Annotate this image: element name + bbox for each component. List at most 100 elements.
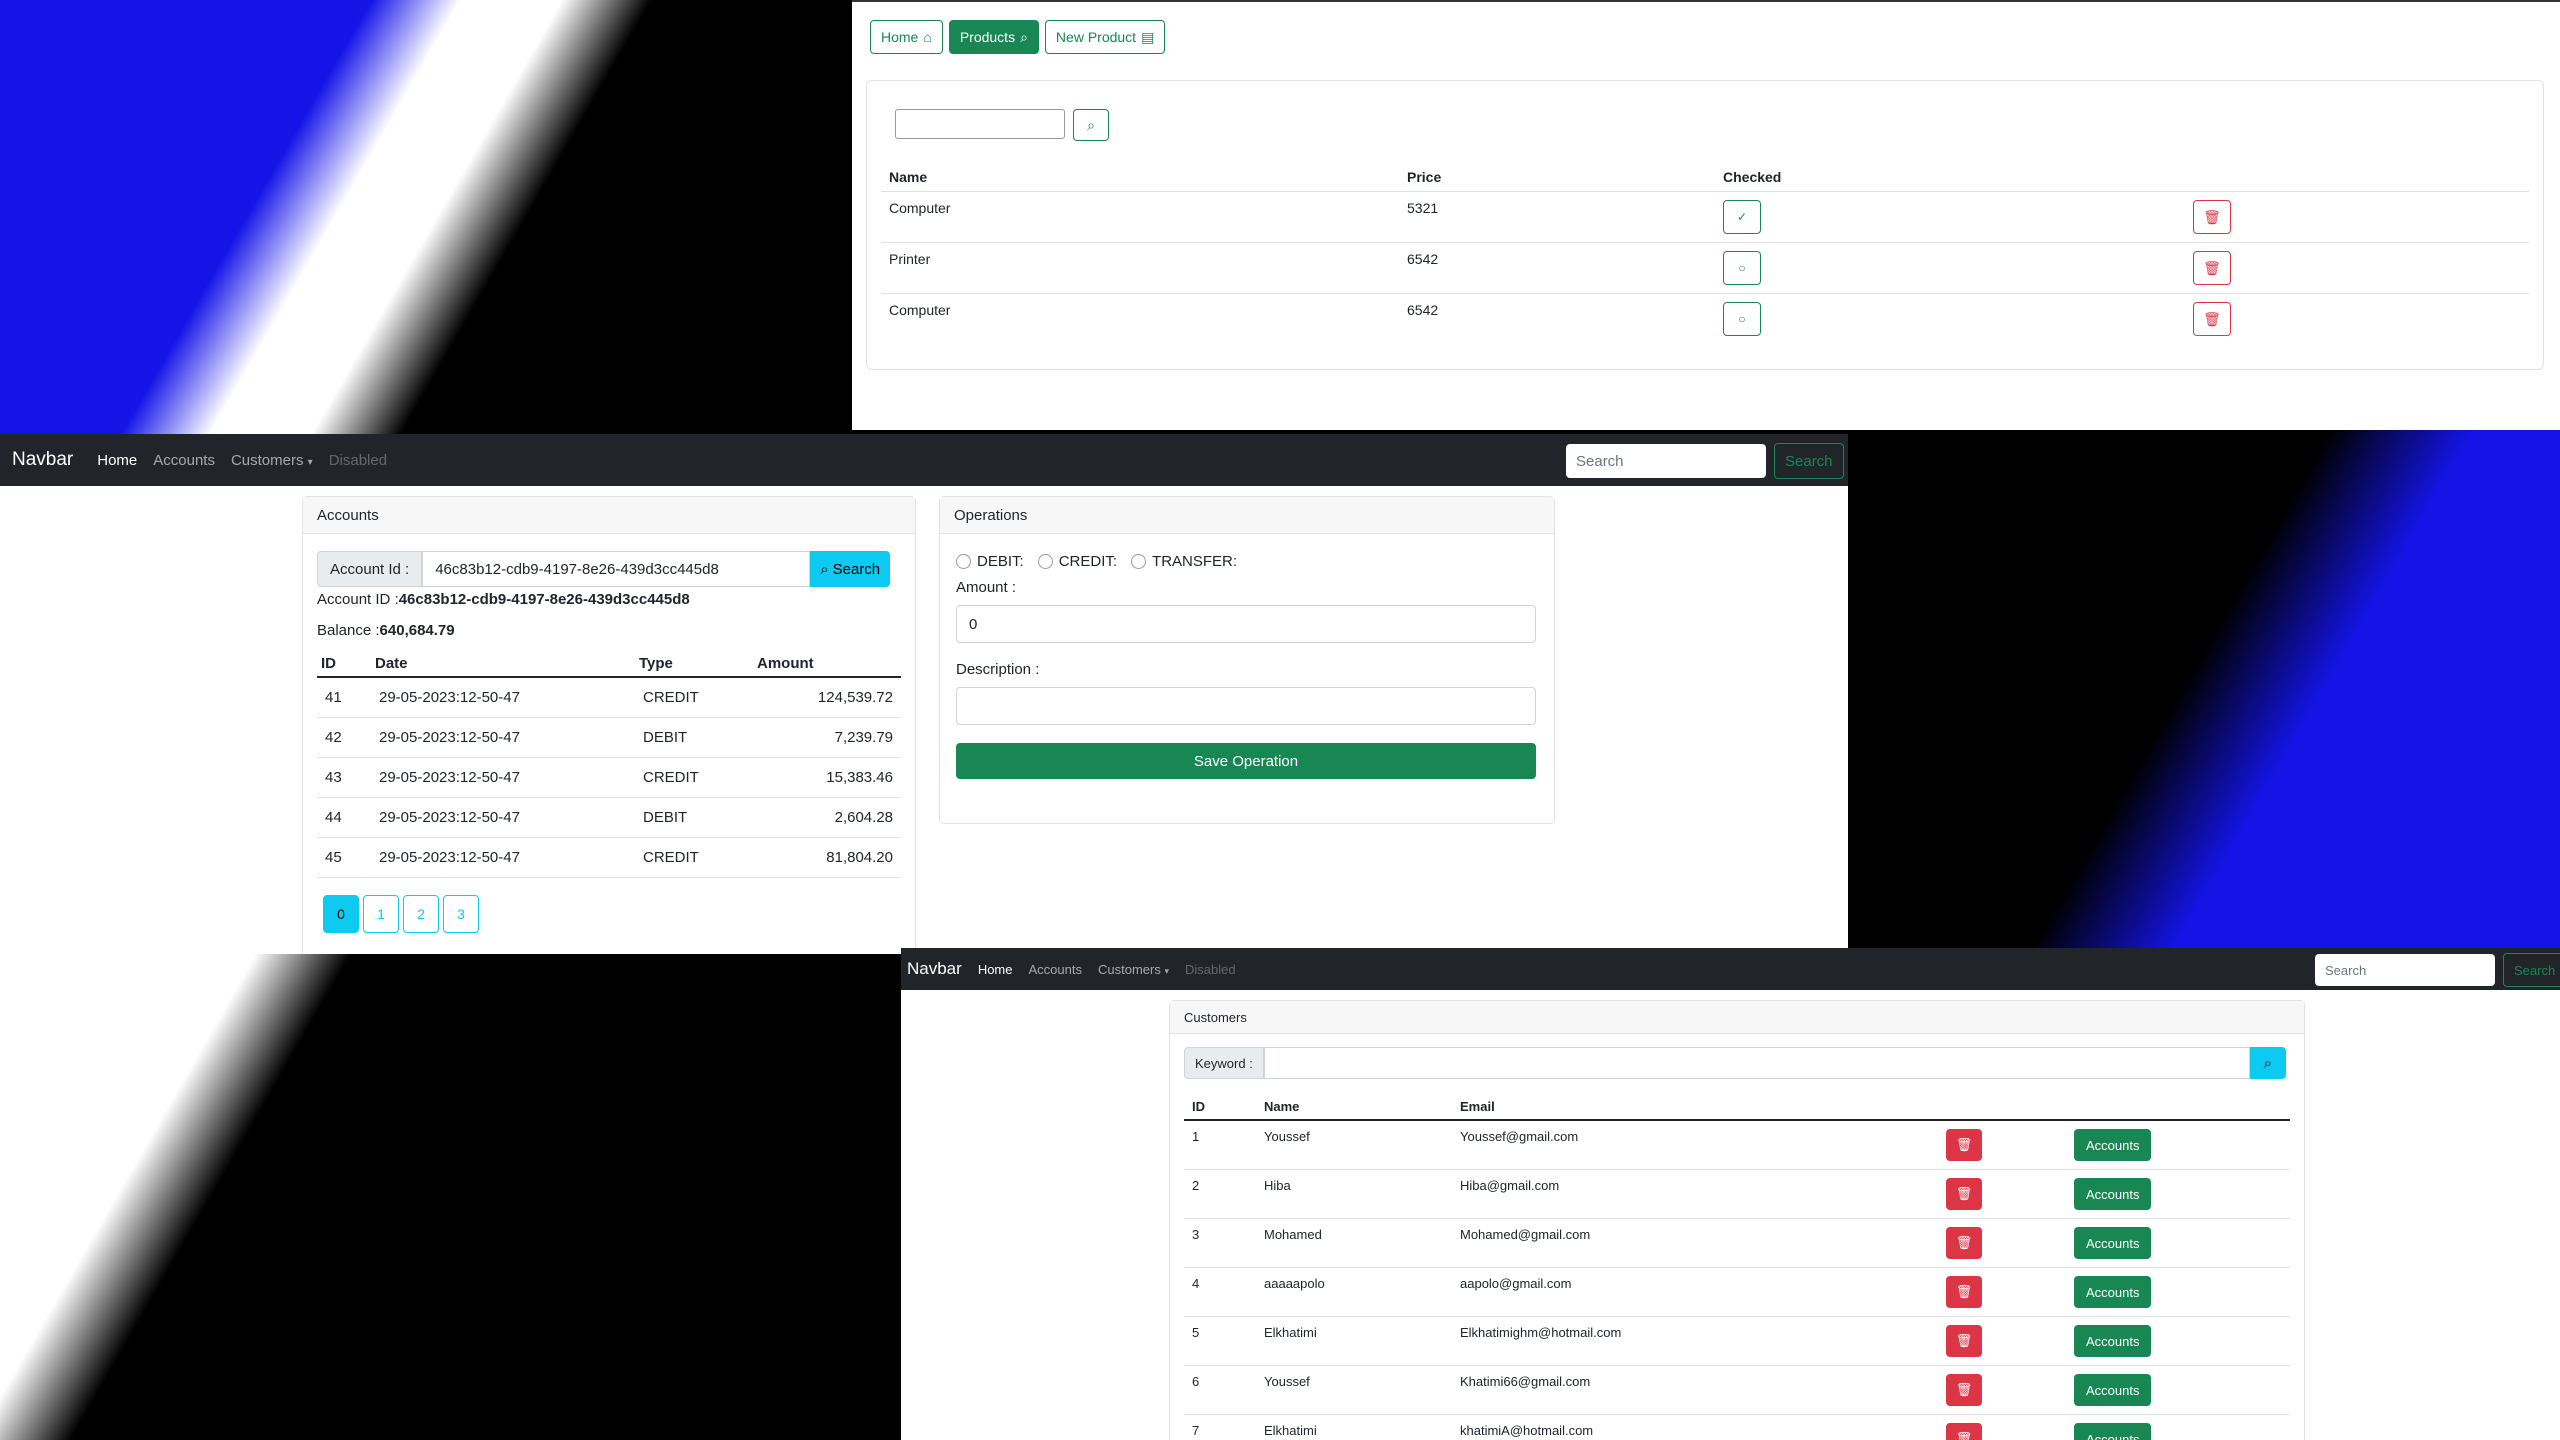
background-gradient-bottom-left bbox=[0, 940, 910, 1440]
customers-card: Customers Keyword : ⌕ ID Name Email 1 You… bbox=[1169, 1000, 2305, 1440]
customer-delete-cell: 🗑︎ bbox=[1938, 1218, 2066, 1268]
trash-icon: 🗑︎ bbox=[1955, 1284, 1973, 1299]
operation-id: 44 bbox=[317, 797, 371, 838]
account-id-input[interactable]: 46c83b12-cdb9-4197-8e26-439d3cc445d8 bbox=[422, 551, 811, 587]
balance-label: Balance : bbox=[317, 622, 380, 639]
account-search-button-label: Search bbox=[832, 560, 881, 578]
column-header-price: Price bbox=[1407, 169, 1442, 185]
customer-email: aapolo@gmail.com bbox=[1452, 1267, 1938, 1317]
home-nav-button[interactable]: Home ⌂ bbox=[870, 20, 943, 54]
table-row: 41 29-05-2023:12-50-47 CREDIT 124,539.72 bbox=[317, 677, 901, 718]
check-toggle-button[interactable]: ○ bbox=[1723, 302, 1761, 336]
background-gradient-top-left bbox=[0, 0, 870, 440]
customer-name: aaaaapolo bbox=[1256, 1267, 1452, 1317]
save-operation-button[interactable]: Save Operation bbox=[956, 743, 1536, 779]
delete-button[interactable]: 🗑︎ bbox=[1946, 1325, 1982, 1357]
product-actions-cell: 🗑︎ bbox=[2185, 191, 2529, 243]
product-price: 5321 bbox=[1399, 191, 1715, 243]
delete-button[interactable]: 🗑︎ bbox=[1946, 1178, 1982, 1210]
customer-accounts-cell: Accounts bbox=[2066, 1267, 2290, 1317]
operation-date: 29-05-2023:12-50-47 bbox=[371, 837, 635, 878]
customer-accounts-cell: Accounts bbox=[2066, 1218, 2290, 1268]
customer-delete-cell: 🗑︎ bbox=[1938, 1120, 2066, 1170]
accounts-button[interactable]: Accounts bbox=[2074, 1374, 2152, 1406]
product-price: 6542 bbox=[1399, 242, 1715, 294]
delete-button[interactable]: 🗑︎ bbox=[1946, 1423, 1982, 1440]
accounts-button[interactable]: Accounts bbox=[2074, 1178, 2152, 1210]
delete-button[interactable]: 🗑︎ bbox=[2193, 251, 2231, 285]
operation-amount: 124,539.72 bbox=[753, 677, 901, 718]
account-id-info-value: 46c83b12-cdb9-4197-8e26-439d3cc445d8 bbox=[398, 591, 690, 608]
radio-circle bbox=[1037, 554, 1053, 569]
transfer-radio[interactable]: TRANSFER: bbox=[1131, 553, 1237, 570]
balance-value: 640,684.79 bbox=[379, 622, 455, 639]
check-toggle-button[interactable]: ○ bbox=[1723, 251, 1761, 285]
products-nav-button[interactable]: Products ⌕ bbox=[948, 20, 1039, 54]
customer-email: Mohamed@gmail.com bbox=[1452, 1218, 1938, 1268]
products-search-bar: ⌕ bbox=[895, 109, 1109, 141]
products-search-input[interactable] bbox=[895, 109, 1065, 139]
operation-type: CREDIT bbox=[635, 677, 753, 718]
debit-radio[interactable]: DEBIT: bbox=[956, 553, 1024, 570]
caret-down-icon: ▾ bbox=[307, 456, 313, 468]
page-button-0[interactable]: 0 bbox=[323, 895, 359, 933]
products-search-button[interactable]: ⌕ bbox=[1073, 109, 1109, 141]
description-label: Description : bbox=[956, 661, 1040, 678]
column-header-type: Type bbox=[635, 651, 753, 678]
delete-button[interactable]: 🗑︎ bbox=[1946, 1276, 1982, 1308]
navbar-search-button[interactable]: Search bbox=[2503, 953, 2560, 987]
accounts-card: Accounts Account Id : 46c83b12-cdb9-4197… bbox=[302, 496, 916, 954]
keyword-input[interactable] bbox=[1263, 1047, 2250, 1079]
form-icon: ▤ bbox=[1141, 28, 1155, 45]
delete-button[interactable]: 🗑︎ bbox=[1946, 1374, 1982, 1406]
account-id-info-label: Account ID : bbox=[317, 591, 399, 608]
customer-name: Elkhatimi bbox=[1256, 1414, 1452, 1440]
page-button-1[interactable]: 1 bbox=[363, 895, 399, 933]
delete-button[interactable]: 🗑︎ bbox=[1946, 1227, 1982, 1259]
amount-input[interactable]: 0 bbox=[956, 605, 1536, 643]
description-input[interactable] bbox=[956, 687, 1536, 725]
customer-email: Youssef@gmail.com bbox=[1452, 1120, 1938, 1170]
accounts-button[interactable]: Accounts bbox=[2074, 1129, 2152, 1161]
new-product-nav-button[interactable]: New Product ▤ bbox=[1044, 20, 1166, 54]
accounts-button[interactable]: Accounts bbox=[2074, 1325, 2152, 1357]
page-button-3[interactable]: 3 bbox=[443, 895, 479, 933]
credit-radio[interactable]: CREDIT: bbox=[1037, 553, 1117, 570]
accounts-button[interactable]: Accounts bbox=[2074, 1423, 2152, 1440]
customer-id: 3 bbox=[1184, 1218, 1256, 1268]
accounts-button[interactable]: Accounts bbox=[2074, 1276, 2152, 1308]
nav-link-home[interactable]: Home bbox=[978, 962, 1013, 977]
column-header-actions bbox=[2185, 163, 2529, 192]
delete-button[interactable]: 🗑︎ bbox=[1946, 1129, 1982, 1161]
nav-dropdown-customers-label: Customers bbox=[230, 451, 304, 469]
operation-id: 43 bbox=[317, 757, 371, 798]
nav-dropdown-customers[interactable]: Customers ▾ bbox=[231, 452, 313, 469]
table-row: 43 29-05-2023:12-50-47 CREDIT 15,383.46 bbox=[317, 757, 901, 798]
delete-button[interactable]: 🗑︎ bbox=[2193, 302, 2231, 336]
search-icon: ⌕ bbox=[820, 560, 829, 578]
account-search-button[interactable]: ⌕ Search bbox=[810, 551, 891, 587]
operation-date: 29-05-2023:12-50-47 bbox=[371, 797, 635, 838]
navbar-brand[interactable]: Navbar bbox=[907, 959, 962, 979]
navbar-search-input[interactable]: Search bbox=[2315, 954, 2495, 986]
nav-link-home[interactable]: Home bbox=[97, 452, 137, 469]
delete-button[interactable]: 🗑︎ bbox=[2193, 200, 2231, 234]
keyword-search-button[interactable]: ⌕ bbox=[2249, 1047, 2286, 1079]
nav-dropdown-customers[interactable]: Customers ▾ bbox=[1098, 962, 1169, 977]
operation-type: CREDIT bbox=[635, 757, 753, 798]
accounts-button[interactable]: Accounts bbox=[2074, 1227, 2152, 1259]
nav-link-accounts[interactable]: Accounts bbox=[1029, 962, 1082, 977]
navbar-search-button[interactable]: Search bbox=[1774, 443, 1844, 479]
customer-id: 6 bbox=[1184, 1365, 1256, 1415]
nav-link-accounts[interactable]: Accounts bbox=[153, 452, 215, 469]
column-header-email: Email bbox=[1452, 1093, 1938, 1121]
navbar-brand[interactable]: Navbar bbox=[12, 449, 73, 471]
check-toggle-button[interactable]: ✓ bbox=[1723, 200, 1761, 234]
product-actions-cell: 🗑︎ bbox=[2185, 242, 2529, 294]
column-header-date: Date bbox=[371, 651, 635, 678]
products-nav: Home ⌂ Products ⌕ New Product ▤ bbox=[870, 20, 1166, 54]
navbar-search-input[interactable]: Search bbox=[1566, 444, 1766, 478]
page-button-2[interactable]: 2 bbox=[403, 895, 439, 933]
debit-radio-label: DEBIT: bbox=[977, 553, 1024, 570]
table-row: Computer 6542 ○ 🗑︎ bbox=[881, 293, 2529, 344]
